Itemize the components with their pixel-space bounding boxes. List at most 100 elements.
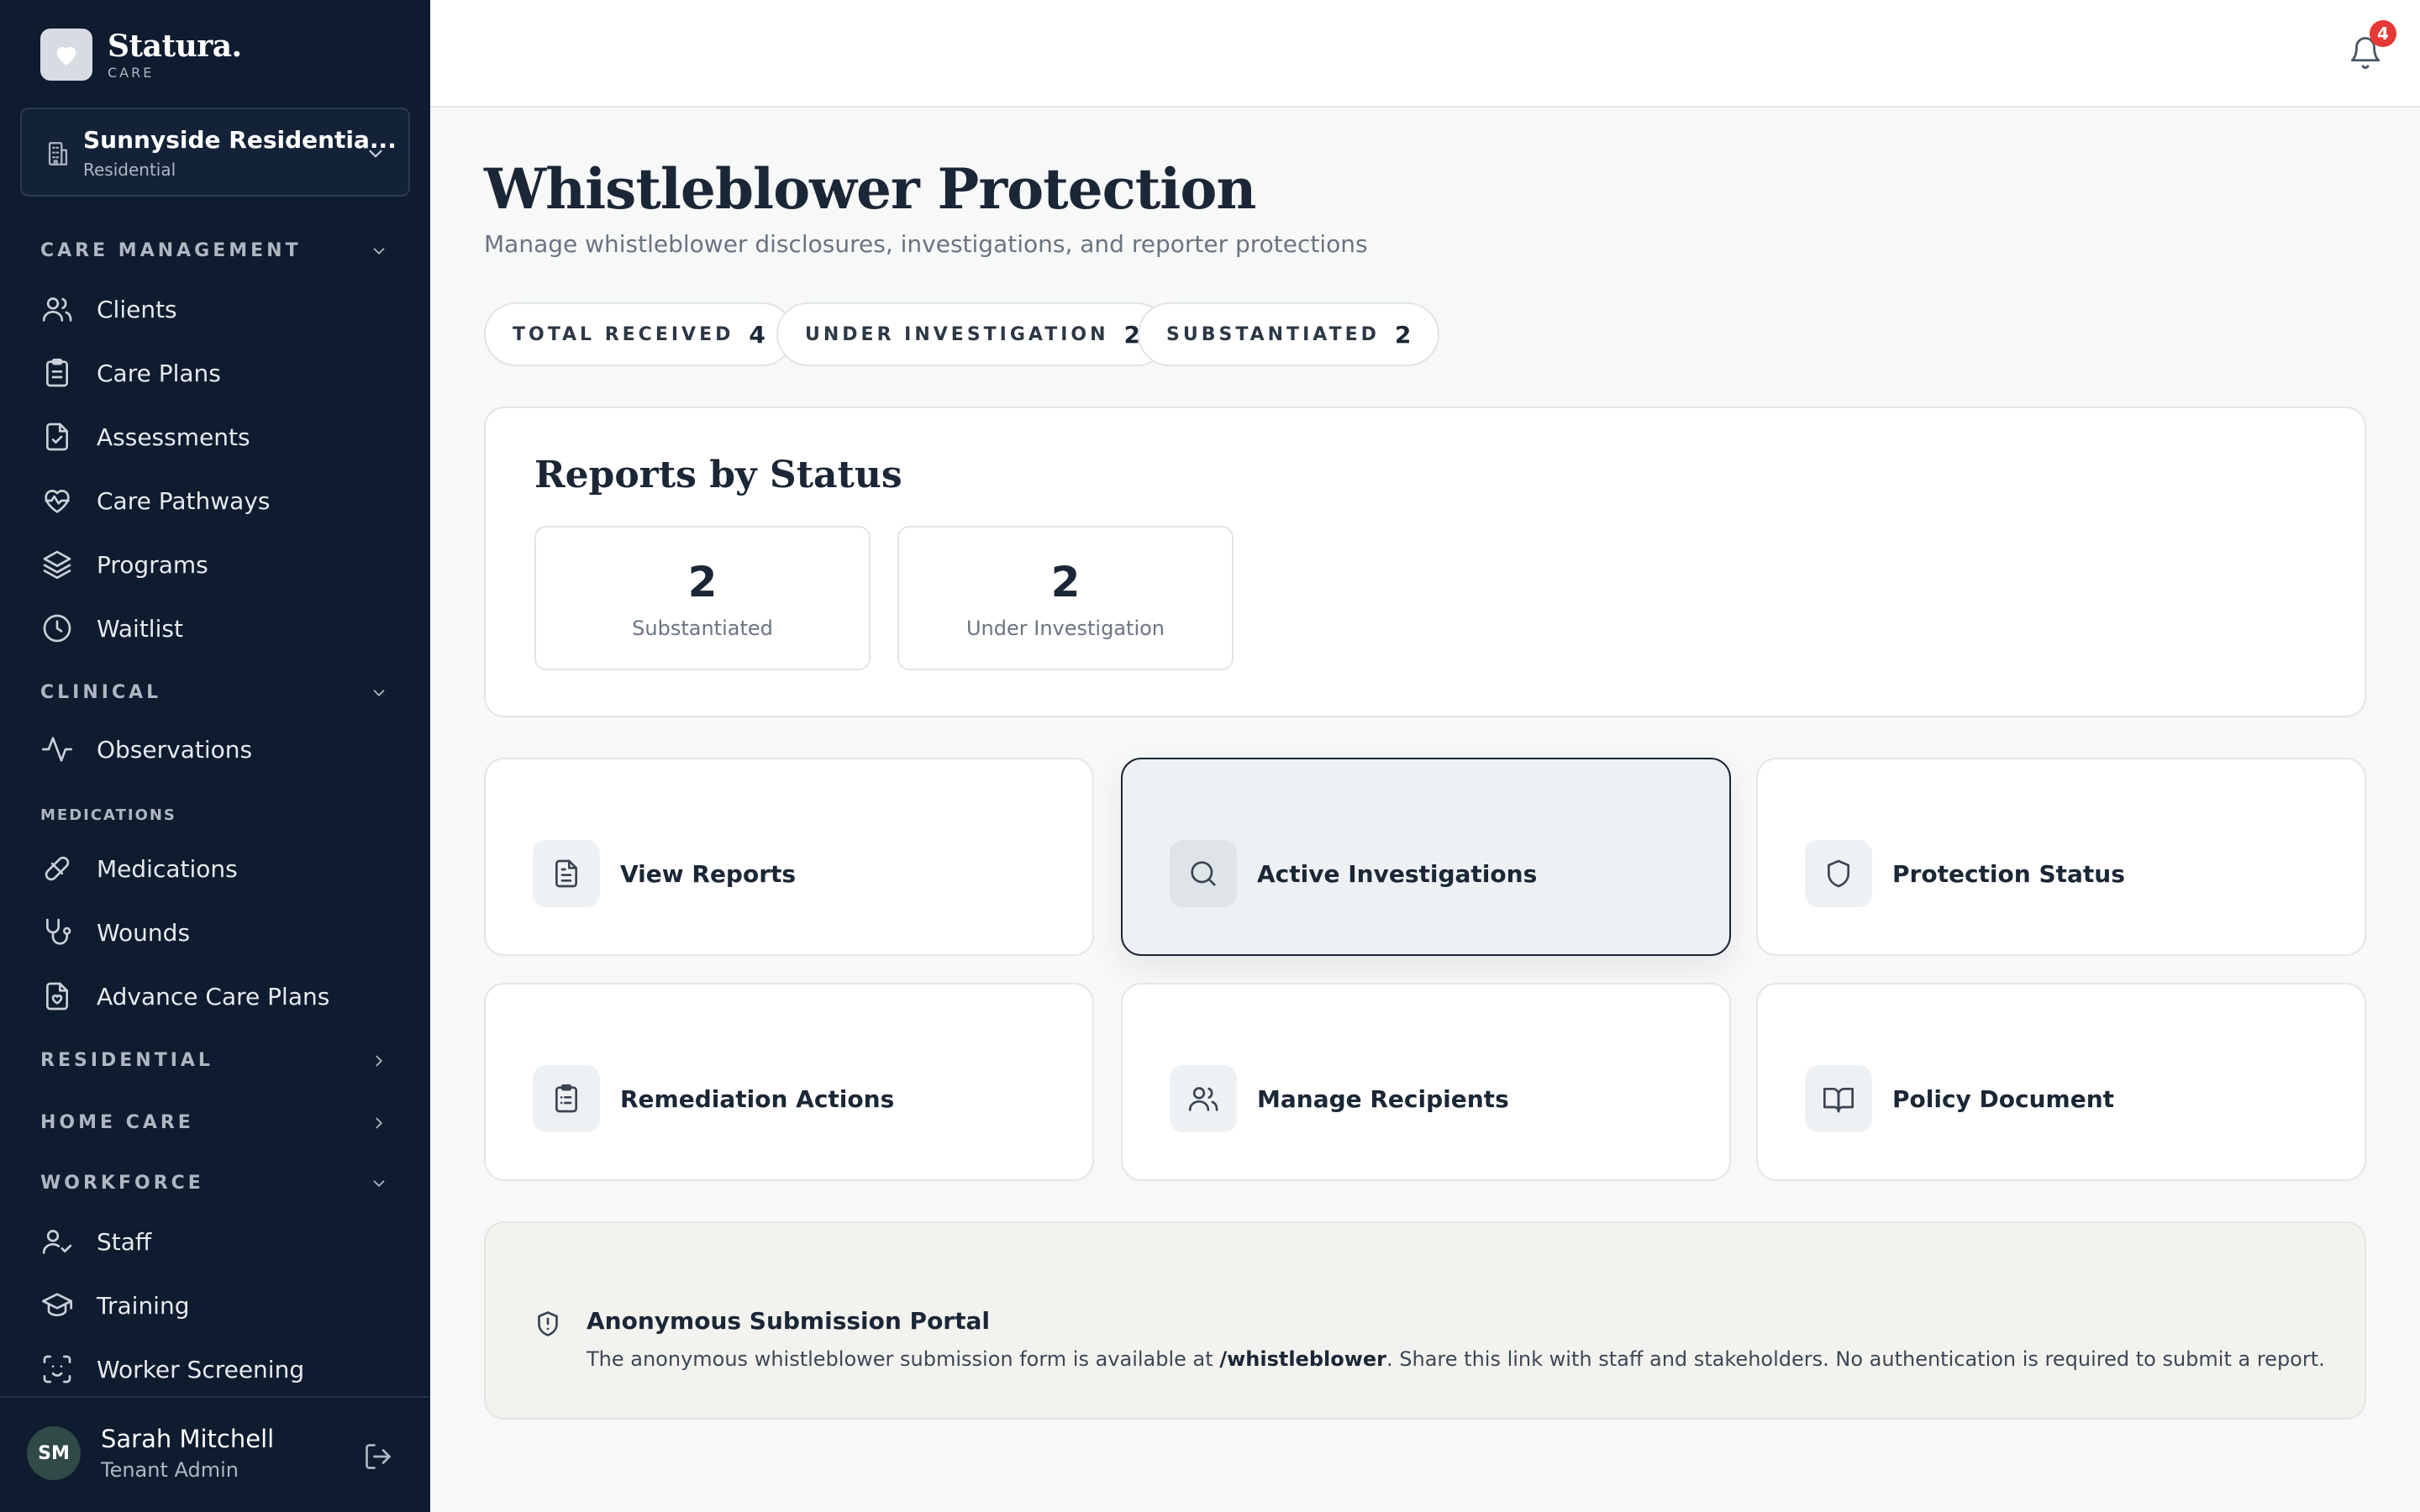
portal-title: Anonymous Submission Portal — [587, 1307, 990, 1335]
user-profile: SM Sarah Mitchell Tenant Admin — [0, 1396, 430, 1512]
subsection-medications: MEDICATIONS — [40, 806, 176, 824]
sidebar-item-waitlist[interactable]: Waitlist — [40, 605, 402, 652]
chevron-down-icon[interactable] — [370, 1174, 388, 1193]
sidebar-item-label: Programs — [97, 550, 208, 579]
sidebar: Statura. CARE Sunnyside Residentia... Re… — [0, 0, 430, 1512]
sidebar-item-label: Clients — [97, 295, 177, 323]
sidebar-item-medications[interactable]: Medications — [40, 845, 402, 892]
stat-substantiated: 2 Substantiated — [534, 526, 871, 670]
stat-label: Under Investigation — [965, 617, 1165, 640]
organization-type: Residential — [83, 160, 176, 180]
anonymous-portal-notice: Anonymous Submission Portal The anonymou… — [484, 1221, 2366, 1420]
top-bar — [430, 0, 2420, 108]
stat-value: 2 — [687, 558, 718, 606]
sidebar-item-label: Staff — [97, 1227, 152, 1256]
brand-name: Statura. — [108, 28, 242, 64]
sidebar-item-label: Wounds — [97, 918, 191, 947]
portal-description: The anonymous whistleblower submission f… — [587, 1347, 2325, 1371]
section-home-care[interactable]: HOME CARE — [40, 1112, 194, 1133]
sidebar-item-label: Worker Screening — [97, 1355, 305, 1383]
active-investigations-card[interactable]: Active Investigations — [1121, 758, 1731, 956]
pill-value: 4 — [749, 320, 765, 349]
sidebar-item-staff[interactable]: Staff — [40, 1218, 402, 1265]
sidebar-item-label: Care Plans — [97, 359, 221, 387]
search-icon — [1170, 840, 1237, 907]
heart-pulse-icon — [40, 484, 74, 517]
sidebar-item-assessments[interactable]: Assessments — [40, 413, 402, 460]
pill-value: 2 — [1394, 320, 1412, 349]
layers-icon — [40, 548, 74, 581]
sidebar-item-observations[interactable]: Observations — [40, 726, 402, 773]
shield-alert-icon — [538, 1311, 558, 1336]
sidebar-item-label: Waitlist — [97, 614, 183, 643]
brand[interactable]: Statura. CARE — [40, 29, 242, 81]
clock-icon — [40, 612, 74, 645]
portal-text-after: . Share this link with staff and stakeho… — [1386, 1347, 2325, 1371]
sidebar-item-label: Medications — [97, 854, 238, 883]
reports-by-status-card: Reports by Status 2 Substantiated 2 Unde… — [484, 407, 2366, 717]
section-residential[interactable]: RESIDENTIAL — [40, 1050, 213, 1071]
stat-pill-under-investigation: UNDER INVESTIGATION 2 — [776, 302, 1170, 366]
sidebar-item-label: Observations — [97, 735, 253, 764]
clipboard-list-icon — [533, 1065, 600, 1132]
action-label: View Reports — [620, 860, 797, 888]
portal-text-before: The anonymous whistleblower submission f… — [587, 1347, 1220, 1371]
stat-under-investigation: 2 Under Investigation — [897, 526, 1234, 670]
notification-badge: 4 — [2370, 20, 2396, 47]
pill-label: UNDER INVESTIGATION — [805, 323, 1109, 345]
chevron-right-icon[interactable] — [370, 1052, 388, 1070]
policy-document-card[interactable]: Policy Document — [1756, 983, 2366, 1181]
file-text-icon — [533, 840, 600, 907]
users-icon — [40, 292, 74, 326]
portal-path[interactable]: /whistleblower — [1219, 1347, 1386, 1371]
users-icon — [1170, 1065, 1237, 1132]
remediation-actions-card[interactable]: Remediation Actions — [484, 983, 1094, 1181]
book-open-icon — [1805, 1065, 1872, 1132]
pill-icon — [40, 852, 74, 885]
stat-label: Substantiated — [632, 617, 773, 640]
sidebar-item-worker-screening[interactable]: Worker Screening — [40, 1346, 402, 1393]
chevron-down-icon[interactable] — [370, 684, 388, 702]
logout-icon[interactable] — [363, 1441, 393, 1472]
action-label: Active Investigations — [1257, 860, 1538, 888]
sidebar-item-care-pathways[interactable]: Care Pathways — [40, 477, 402, 524]
pill-label: SUBSTANTIATED — [1166, 323, 1380, 345]
protection-status-card[interactable]: Protection Status — [1756, 758, 2366, 956]
graduation-cap-icon — [40, 1289, 74, 1322]
view-reports-card[interactable]: View Reports — [484, 758, 1094, 956]
stat-pill-total-received: TOTAL RECEIVED 4 — [484, 302, 794, 366]
sidebar-item-advance-care-plans[interactable]: Advance Care Plans — [40, 973, 402, 1020]
user-role: Tenant Admin — [101, 1458, 239, 1482]
sidebar-item-training[interactable]: Training — [40, 1282, 402, 1329]
stat-value: 2 — [1050, 558, 1081, 606]
chevron-down-icon[interactable] — [370, 242, 388, 260]
organization-name: Sunnyside Residentia... — [83, 126, 397, 154]
action-label: Protection Status — [1892, 860, 2125, 888]
sidebar-item-care-plans[interactable]: Care Plans — [40, 349, 402, 396]
action-label: Remediation Actions — [620, 1085, 895, 1113]
sidebar-item-label: Training — [97, 1291, 190, 1320]
manage-recipients-card[interactable]: Manage Recipients — [1121, 983, 1731, 1181]
sidebar-item-label: Advance Care Plans — [97, 982, 330, 1011]
section-care-management[interactable]: CARE MANAGEMENT — [40, 240, 302, 261]
chevron-right-icon[interactable] — [370, 1114, 388, 1132]
sidebar-item-label: Assessments — [97, 423, 250, 451]
section-title: Reports by Status — [534, 454, 902, 496]
building-icon — [48, 142, 68, 165]
sidebar-item-programs[interactable]: Programs — [40, 541, 402, 588]
pill-label: TOTAL RECEIVED — [513, 323, 734, 345]
activity-icon — [40, 732, 74, 766]
heart-logo-icon — [40, 29, 92, 81]
organization-switcher[interactable]: Sunnyside Residentia... Residential — [20, 108, 410, 197]
chevron-down-icon — [369, 150, 382, 158]
sidebar-item-wounds[interactable]: Wounds — [40, 909, 402, 956]
stethoscope-icon — [40, 916, 74, 949]
section-clinical[interactable]: CLINICAL — [40, 682, 161, 703]
sidebar-item-clients[interactable]: Clients — [40, 286, 402, 333]
file-heart-icon — [40, 979, 74, 1013]
file-check-icon — [40, 420, 74, 454]
avatar[interactable]: SM — [27, 1426, 81, 1480]
section-workforce[interactable]: WORKFORCE — [40, 1173, 204, 1194]
action-label: Policy Document — [1892, 1085, 2115, 1113]
clipboard-list-icon — [40, 356, 74, 390]
